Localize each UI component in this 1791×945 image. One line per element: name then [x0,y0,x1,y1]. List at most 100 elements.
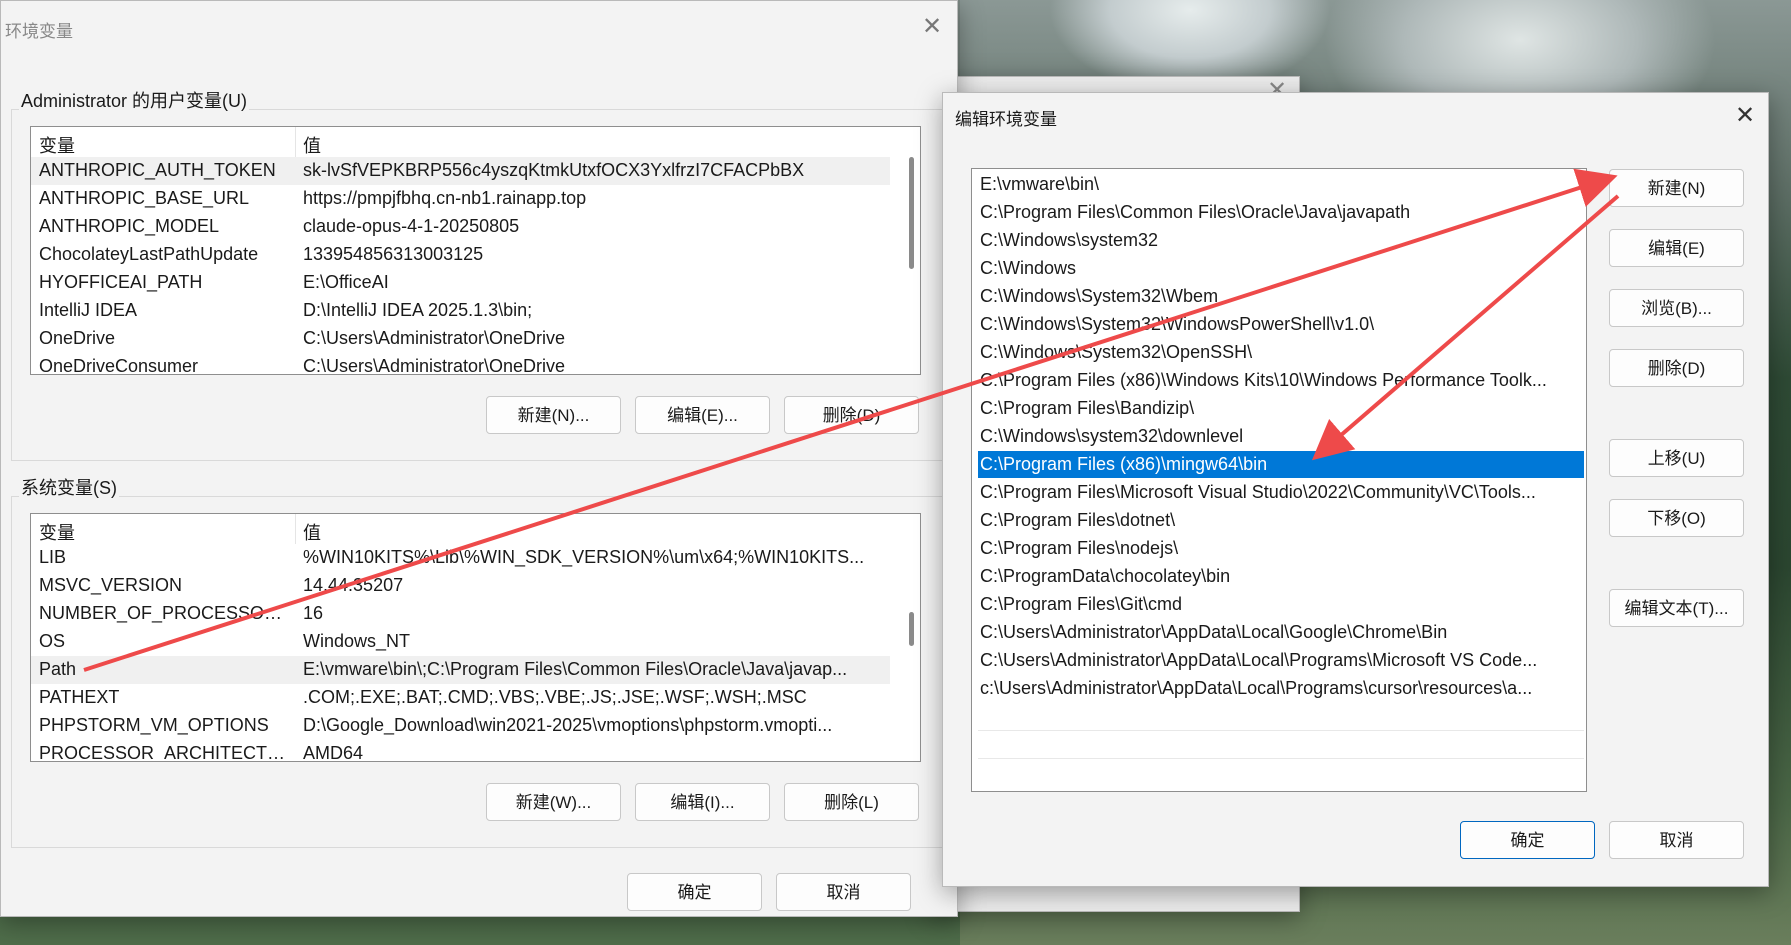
env-cancel-button[interactable]: 取消 [776,873,911,911]
user-row-value: claude-opus-4-1-20250805 [303,216,520,236]
user-header-value[interactable]: 值 [303,132,321,158]
edit-edit-button[interactable]: 编辑(E) [1609,229,1744,267]
user-row-name: ChocolateyLastPathUpdate [39,244,259,264]
user-row-name: OneDriveConsumer [39,356,199,375]
system-row[interactable]: PATHEXT .COM;.EXE;.BAT;.CMD;.VBS;.VBE;.JS… [31,684,890,712]
env-vars-dialog: 环境变量 ✕ Administrator 的用户变量(U) 变量 值 ANTHR… [0,0,958,917]
env-dialog-title: 环境变量 [5,22,73,41]
system-header-name[interactable]: 变量 [39,519,75,545]
user-row[interactable]: HYOFFICEAI_PATH E:\OfficeAI [31,269,890,297]
user-row-name: OneDrive [39,328,116,348]
system-row-name: PATHEXT [39,687,120,707]
user-edit-button[interactable]: 编辑(E)... [635,396,770,434]
edit-ok-button[interactable]: 确定 [1460,821,1595,859]
path-entry[interactable]: C:\Users\Administrator\AppData\Local\Pro… [978,647,1584,674]
system-row[interactable]: NUMBER_OF_PROCESSORS 16 [31,600,890,628]
path-entry[interactable]: C:\Windows\system32\downlevel [978,423,1584,450]
system-vars-header: 变量 值 [31,514,890,544]
system-vars-label: 系统变量(S) [19,474,119,500]
path-entry[interactable]: C:\ProgramData\chocolatey\bin [978,563,1584,590]
system-row-value: %WIN10KITS%\Lib\%WIN_SDK_VERSION%\um\x64… [303,547,865,567]
user-delete-button[interactable]: 删除(D) [784,396,919,434]
system-vars-table[interactable]: 变量 值 LIB %WIN10KITS%\Lib\%WIN_SDK_VERSION… [30,513,921,762]
path-entry[interactable]: C:\Windows\system32 [978,227,1584,254]
path-entry[interactable]: c:\Users\Administrator\AppData\Local\Pro… [978,675,1584,702]
system-row[interactable]: MSVC_VERSION 14.44.35207 [31,572,890,600]
system-delete-button[interactable]: 删除(L) [784,783,919,821]
user-row[interactable]: IntelliJ IDEA D:\IntelliJ IDEA 2025.1.3\b… [31,297,890,325]
path-entry[interactable]: C:\Program Files\Git\cmd [978,591,1584,618]
user-row[interactable]: ANTHROPIC_AUTH_TOKEN sk-lvSfVEPKBRP556c4y… [31,157,890,185]
user-vars-scrollbar[interactable] [909,157,914,269]
system-row-value: 14.44.35207 [303,575,404,595]
path-entry-empty[interactable] [978,703,1584,731]
system-row[interactable]: PHPSTORM_VM_OPTIONS D:\Google_Download\wi… [31,712,890,740]
user-row-value: C:\Users\Administrator\OneDrive [303,356,566,375]
path-entry[interactable]: C:\Program Files\nodejs\ [978,535,1584,562]
user-header-name[interactable]: 变量 [39,132,75,158]
system-new-button[interactable]: 新建(W)... [486,783,621,821]
path-entry[interactable]: C:\Program Files\Microsoft Visual Studio… [978,479,1584,506]
edit-delete-button[interactable]: 删除(D) [1609,349,1744,387]
user-vars-table[interactable]: 变量 值 ANTHROPIC_AUTH_TOKEN sk-lvSfVEPKBRP5… [30,126,921,375]
user-row-name: ANTHROPIC_MODEL [39,216,220,236]
path-entry[interactable]: C:\Program Files\Common Files\Oracle\Jav… [978,199,1584,226]
user-row[interactable]: ANTHROPIC_BASE_URL https://pmpjfbhq.cn-nb… [31,185,890,213]
system-row-value: Windows_NT [303,631,411,651]
system-row-name: MSVC_VERSION [39,575,183,595]
user-row[interactable]: ChocolateyLastPathUpdate 1339548563130031… [31,241,890,269]
system-row-value: .COM;.EXE;.BAT;.CMD;.VBS;.VBE;.JS;.JSE;.… [303,687,807,707]
system-row-name: Path [39,659,77,679]
edit-dialog-close-icon[interactable]: ✕ [1735,104,1755,128]
edit-browse-button[interactable]: 浏览(B)... [1609,289,1744,327]
user-vars-header: 变量 值 [31,127,890,157]
system-row[interactable]: PROCESSOR_ARCHITECTURE AMD64 [31,740,890,762]
edit-text-button[interactable]: 编辑文本(T)... [1609,589,1744,627]
user-row[interactable]: OneDrive C:\Users\Administrator\OneDrive [31,325,890,353]
move-up-button[interactable]: 上移(U) [1609,439,1744,477]
edit-new-button[interactable]: 新建(N) [1609,169,1744,207]
user-col-divider[interactable] [295,127,296,157]
user-vars-label: Administrator 的用户变量(U) [19,87,250,113]
user-row-value: sk-lvSfVEPKBRP556c4yszqKtmkUtxfOCX3Yxlfr… [303,160,805,180]
system-row-name: LIB [39,547,67,567]
system-row[interactable]: Path E:\vmware\bin\;C:\Program Files\Comm… [31,656,890,684]
path-entry[interactable]: C:\Program Files\Bandizip\ [978,395,1584,422]
move-down-button[interactable]: 下移(O) [1609,499,1744,537]
system-col-divider[interactable] [295,514,296,544]
path-entry[interactable]: C:\Users\Administrator\AppData\Local\Goo… [978,619,1584,646]
path-entry[interactable]: C:\Windows\System32\WindowsPowerShell\v1… [978,311,1584,338]
user-row-name: IntelliJ IDEA [39,300,138,320]
system-row-name: NUMBER_OF_PROCESSORS [39,603,289,623]
system-row[interactable]: OS Windows_NT [31,628,890,656]
path-entry[interactable]: C:\Program Files\dotnet\ [978,507,1584,534]
env-ok-button[interactable]: 确定 [627,873,762,911]
edit-dialog-title: 编辑环境变量 [955,110,1057,129]
path-entry[interactable]: C:\Windows [978,255,1584,282]
user-row-name: HYOFFICEAI_PATH [39,272,203,292]
path-entries-list[interactable]: E:\vmware\bin\ C:\Program Files\Common Fi… [971,168,1587,792]
system-vars-scrollbar[interactable] [909,612,914,646]
path-entry[interactable]: C:\Program Files (x86)\Windows Kits\10\W… [978,367,1584,394]
system-row-value: 16 [303,603,324,623]
user-row-value: C:\Users\Administrator\OneDrive [303,328,566,348]
system-row-name: OS [39,631,66,651]
user-row-value: D:\IntelliJ IDEA 2025.1.3\bin; [303,300,533,320]
edit-cancel-button[interactable]: 取消 [1609,821,1744,859]
path-entry[interactable]: E:\vmware\bin\ [978,171,1584,198]
user-row-value: https://pmpjfbhq.cn-nb1.rainapp.top [303,188,587,208]
system-row-value: AMD64 [303,743,364,762]
path-entry[interactable]: C:\Windows\System32\Wbem [978,283,1584,310]
system-header-value[interactable]: 值 [303,519,321,545]
user-row[interactable]: OneDriveConsumer C:\Users\Administrator\O… [31,353,890,375]
path-entry-empty[interactable] [978,731,1584,759]
user-new-button[interactable]: 新建(N)... [486,396,621,434]
env-dialog-close-icon[interactable]: ✕ [922,15,942,39]
system-row[interactable]: LIB %WIN10KITS%\Lib\%WIN_SDK_VERSION%\um\… [31,544,890,572]
user-row[interactable]: ANTHROPIC_MODEL claude-opus-4-1-20250805 [31,213,890,241]
path-entry[interactable]: C:\Program Files (x86)\mingw64\bin [978,451,1584,478]
user-row-name: ANTHROPIC_BASE_URL [39,188,250,208]
system-edit-button[interactable]: 编辑(I)... [635,783,770,821]
system-row-name: PHPSTORM_VM_OPTIONS [39,715,269,735]
path-entry[interactable]: C:\Windows\System32\OpenSSH\ [978,339,1584,366]
